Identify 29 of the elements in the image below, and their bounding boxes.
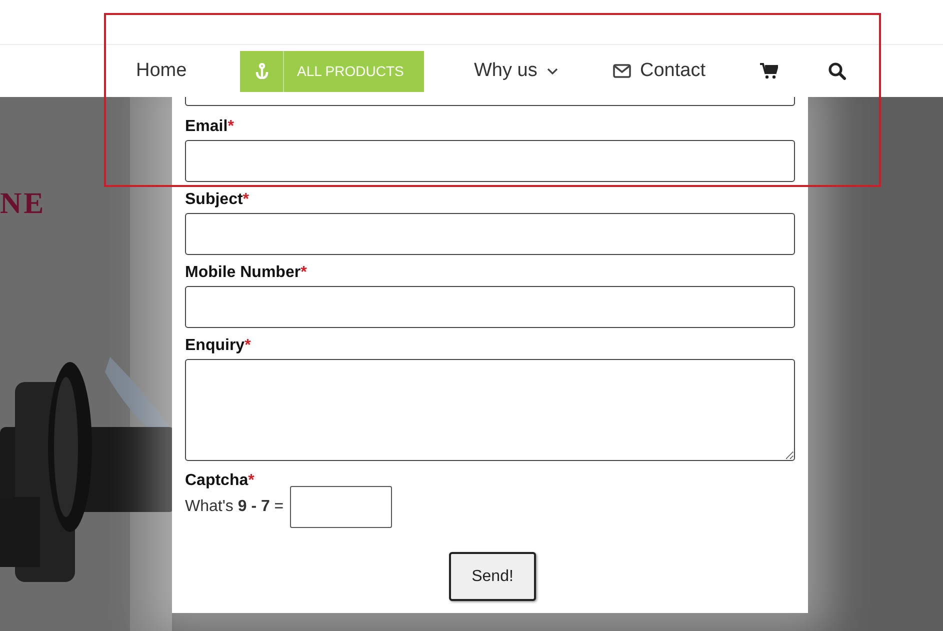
captcha-question: What's 9 - 7 = [185, 497, 284, 517]
nav-link[interactable]: Home [136, 56, 187, 86]
cart-icon[interactable] [760, 63, 778, 79]
field-label: Captcha [185, 471, 248, 491]
chevron-down-icon [547, 68, 558, 74]
nav-link-label: Contact [640, 58, 706, 83]
required-mark: * [228, 117, 234, 137]
contact-link[interactable]: Contact [613, 56, 706, 86]
input-field[interactable] [185, 97, 795, 106]
banner-heading: NE [0, 186, 46, 222]
input-field[interactable] [185, 140, 795, 182]
nav-link-label: Why us [474, 58, 538, 83]
anchor-icon [254, 63, 268, 79]
input-field[interactable] [185, 213, 795, 255]
required-mark: * [244, 336, 251, 356]
field-label: Enquiry [185, 336, 245, 356]
text-area[interactable] [185, 359, 795, 461]
send-button[interactable]: Send! [449, 552, 536, 601]
field-label: Email [185, 117, 228, 137]
envelope-icon [613, 64, 631, 78]
required-mark: * [300, 263, 307, 283]
field-label: Mobile Number [185, 263, 301, 283]
required-mark: * [242, 190, 250, 210]
field-label: Subject [185, 190, 243, 210]
nav-dropdown[interactable]: Why us [474, 56, 558, 86]
required-mark: * [248, 471, 254, 491]
search-icon[interactable] [828, 62, 846, 80]
input-field[interactable] [185, 286, 795, 328]
captcha-input[interactable] [290, 486, 392, 528]
